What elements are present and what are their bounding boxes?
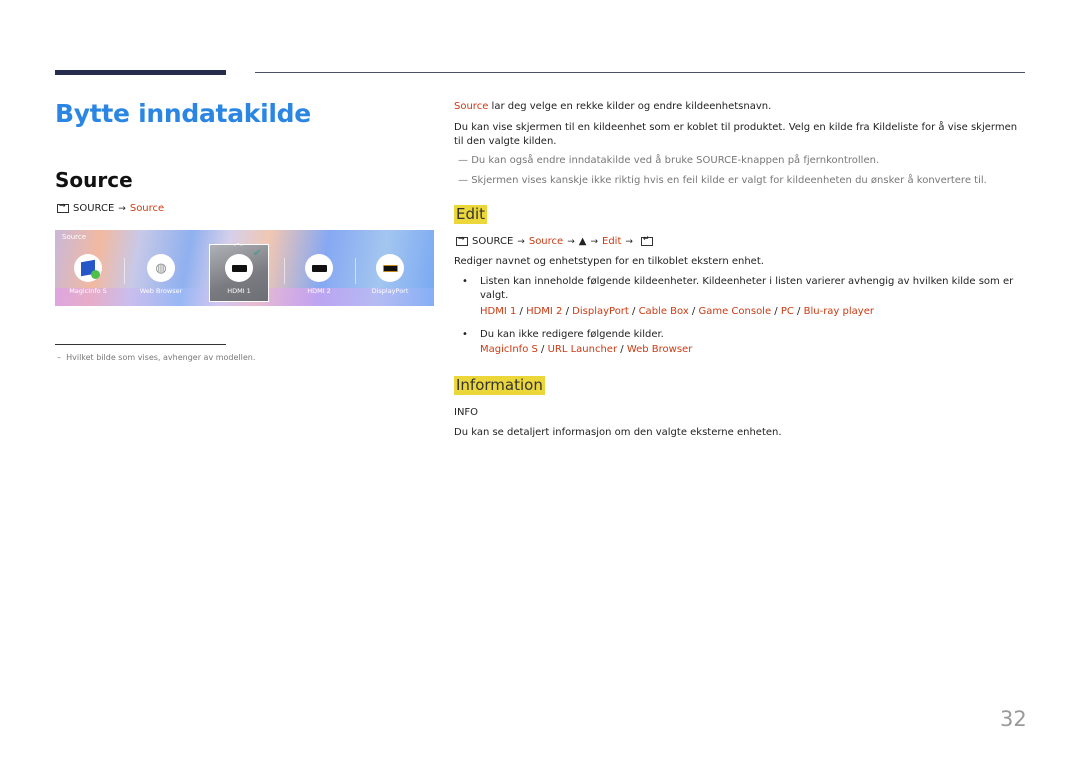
edit-menu-path: SOURCE → Source → ▲ → Edit →	[456, 234, 653, 247]
page-number: 32	[1000, 707, 1027, 731]
check-icon: ✔	[253, 248, 262, 259]
source-link: HDMI 1	[480, 306, 517, 317]
edit-heading: Edit	[454, 205, 488, 224]
bullet-text: Du kan ikke redigere følgende kilder.	[480, 329, 664, 340]
screenshot-title: Source	[62, 233, 87, 241]
footnote-text: Hvilket bilde som vises, avhenger av mod…	[66, 353, 256, 362]
chevron-up-icon: ︿	[234, 238, 242, 247]
hdmi-port-icon	[225, 254, 253, 282]
editable-sources-list: HDMI 1 / HDMI 2 / DisplayPort / Cable Bo…	[480, 306, 874, 317]
bullet-text: Listen kan inneholde følgende kildeenhet…	[480, 276, 1014, 301]
header-bar-thin	[255, 72, 1025, 73]
intro-paragraph: Source lar deg velge en rekke kilder og …	[454, 100, 1024, 114]
source-link: PC	[780, 306, 794, 317]
tile-label: MagicInfo S	[69, 287, 107, 295]
source-key-icon	[57, 201, 69, 213]
intro-text: lar deg velge en rekke kilder og endre k…	[488, 101, 772, 112]
source-link: Web Browser	[626, 344, 693, 355]
menu-path-target: Source	[129, 203, 165, 214]
note-2: — Skjermen vises kanskje ikke riktig hvi…	[458, 175, 987, 186]
paragraph-2: Du kan vise skjermen til en kildeenhet s…	[454, 122, 1018, 147]
source-tile-magicinfo: MagicInfo S	[55, 250, 123, 295]
header-bar-thick	[55, 70, 226, 75]
arrow-right-icon: →	[517, 236, 525, 247]
menu-path: SOURCE → Source	[57, 201, 165, 214]
footnote-divider	[55, 344, 226, 345]
source-screenshot: Source ︿ ✔ MagicInfo S ◍ Web Browser HDM…	[55, 230, 434, 306]
source-link: Game Console	[698, 306, 772, 317]
source-tile-hdmi1: HDMI 1	[204, 250, 274, 295]
source-link: MagicInfo S	[480, 344, 538, 355]
source-link: HDMI 2	[526, 306, 563, 317]
source-link: Blu-ray player	[803, 306, 874, 317]
tile-label: HDMI 1	[227, 287, 251, 295]
displayport-icon	[376, 254, 404, 282]
enter-key-icon	[640, 234, 653, 246]
bullet-icon: •	[462, 329, 468, 340]
edit-bullet-2: • Du kan ikke redigere følgende kilder.	[462, 328, 1022, 342]
tile-label: HDMI 2	[307, 287, 331, 295]
tile-separator	[124, 258, 125, 284]
intro-highlight: Source	[454, 101, 489, 112]
edit-bullet-1: • Listen kan inneholde følgende kildeenh…	[462, 275, 1022, 303]
info-key: INFO	[454, 407, 479, 418]
arrow-right-icon: →	[118, 203, 126, 214]
source-tile-web-browser: ◍ Web Browser	[126, 250, 196, 295]
page-title: Bytte inndatakilde	[55, 99, 311, 128]
note-text: Du kan også endre inndatakilde ved å bru…	[471, 155, 880, 166]
information-heading: Information	[454, 376, 545, 395]
source-tile-displayport: DisplayPort	[355, 250, 425, 295]
bullet-icon: •	[462, 276, 468, 287]
magicinfo-icon	[74, 254, 102, 282]
source-key-icon	[456, 234, 468, 246]
hdmi-port-icon	[305, 254, 333, 282]
arrow-right-icon: →	[625, 236, 633, 247]
menu-path-source-key: SOURCE	[73, 203, 115, 214]
up-arrow-icon: ▲	[578, 236, 587, 247]
path-source-key: SOURCE	[472, 236, 514, 247]
globe-icon: ◍	[147, 254, 175, 282]
arrow-right-icon: →	[590, 236, 598, 247]
note-1: — Du kan også endre inndatakilde ved å b…	[458, 155, 880, 166]
tile-label: DisplayPort	[371, 287, 409, 295]
section-title: Source	[55, 168, 133, 192]
source-tile-hdmi2: HDMI 2	[284, 250, 354, 295]
non-editable-sources-list: MagicInfo S / URL Launcher / Web Browser	[480, 344, 693, 355]
source-link: URL Launcher	[547, 344, 618, 355]
arrow-right-icon: →	[567, 236, 575, 247]
source-link: DisplayPort	[572, 306, 629, 317]
tile-label: Web Browser	[139, 287, 183, 295]
information-description: Du kan se detaljert informasjon om den v…	[454, 427, 782, 438]
path-step-edit: Edit	[602, 236, 622, 247]
edit-description: Rediger navnet og enhetstypen for en til…	[454, 256, 764, 267]
source-link: Cable Box	[638, 306, 689, 317]
note-text: Skjermen vises kanskje ikke riktig hvis …	[471, 175, 987, 186]
footnote: – Hvilket bilde som vises, avhenger av m…	[57, 353, 256, 362]
path-step-source: Source	[528, 236, 564, 247]
